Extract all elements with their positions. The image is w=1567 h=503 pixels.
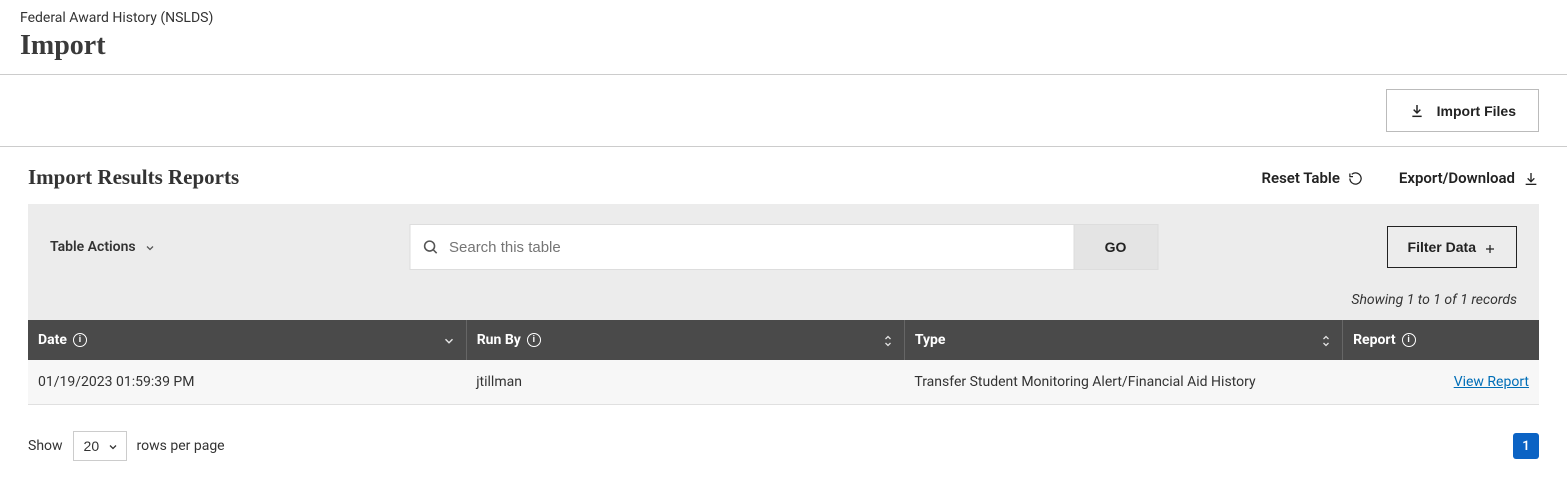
info-icon: i: [73, 333, 87, 347]
column-header-type[interactable]: Type: [904, 320, 1342, 360]
sort-icon: [1320, 332, 1332, 348]
reset-table-link[interactable]: Reset Table: [1261, 169, 1362, 187]
page-title: Import: [20, 30, 1547, 62]
info-icon: i: [1402, 333, 1416, 347]
cell-type: Transfer Student Monitoring Alert/Financ…: [904, 360, 1342, 405]
breadcrumb: Federal Award History (NSLDS): [20, 10, 1547, 26]
table-actions-dropdown[interactable]: Table Actions: [50, 239, 156, 255]
results-table: Date i Run By i: [28, 320, 1539, 405]
import-files-button[interactable]: Import Files: [1386, 89, 1539, 132]
show-label: Show: [28, 438, 63, 454]
download-icon: [1409, 102, 1425, 119]
cell-date: 01/19/2023 01:59:39 PM: [28, 360, 466, 405]
rows-per-page-select[interactable]: 20: [73, 431, 127, 461]
reset-icon: [1348, 169, 1363, 187]
column-header-run-by[interactable]: Run By i: [466, 320, 904, 360]
search-icon: [422, 239, 439, 256]
plus-icon: [1484, 239, 1496, 255]
chevron-down-icon: [144, 239, 156, 255]
cell-run-by: jtillman: [466, 360, 904, 405]
section-title: Import Results Reports: [28, 165, 239, 190]
column-header-report: Report i: [1343, 320, 1539, 360]
search-input[interactable]: [449, 239, 1061, 256]
sort-icon: [882, 332, 894, 348]
table-row: 01/19/2023 01:59:39 PM jtillman Transfer…: [28, 360, 1539, 405]
import-files-label: Import Files: [1437, 103, 1516, 119]
filter-data-button[interactable]: Filter Data: [1387, 226, 1517, 268]
column-header-date[interactable]: Date i: [28, 320, 466, 360]
download-icon: [1523, 169, 1539, 187]
go-button[interactable]: GO: [1074, 224, 1158, 270]
info-icon: i: [527, 333, 541, 347]
rows-per-page-label: rows per page: [137, 438, 225, 454]
page-number-current[interactable]: 1: [1513, 433, 1539, 459]
records-info: Showing 1 to 1 of 1 records: [50, 292, 1517, 308]
export-download-link[interactable]: Export/Download: [1399, 169, 1539, 187]
view-report-link[interactable]: View Report: [1454, 374, 1529, 390]
chevron-down-icon: [442, 332, 456, 348]
